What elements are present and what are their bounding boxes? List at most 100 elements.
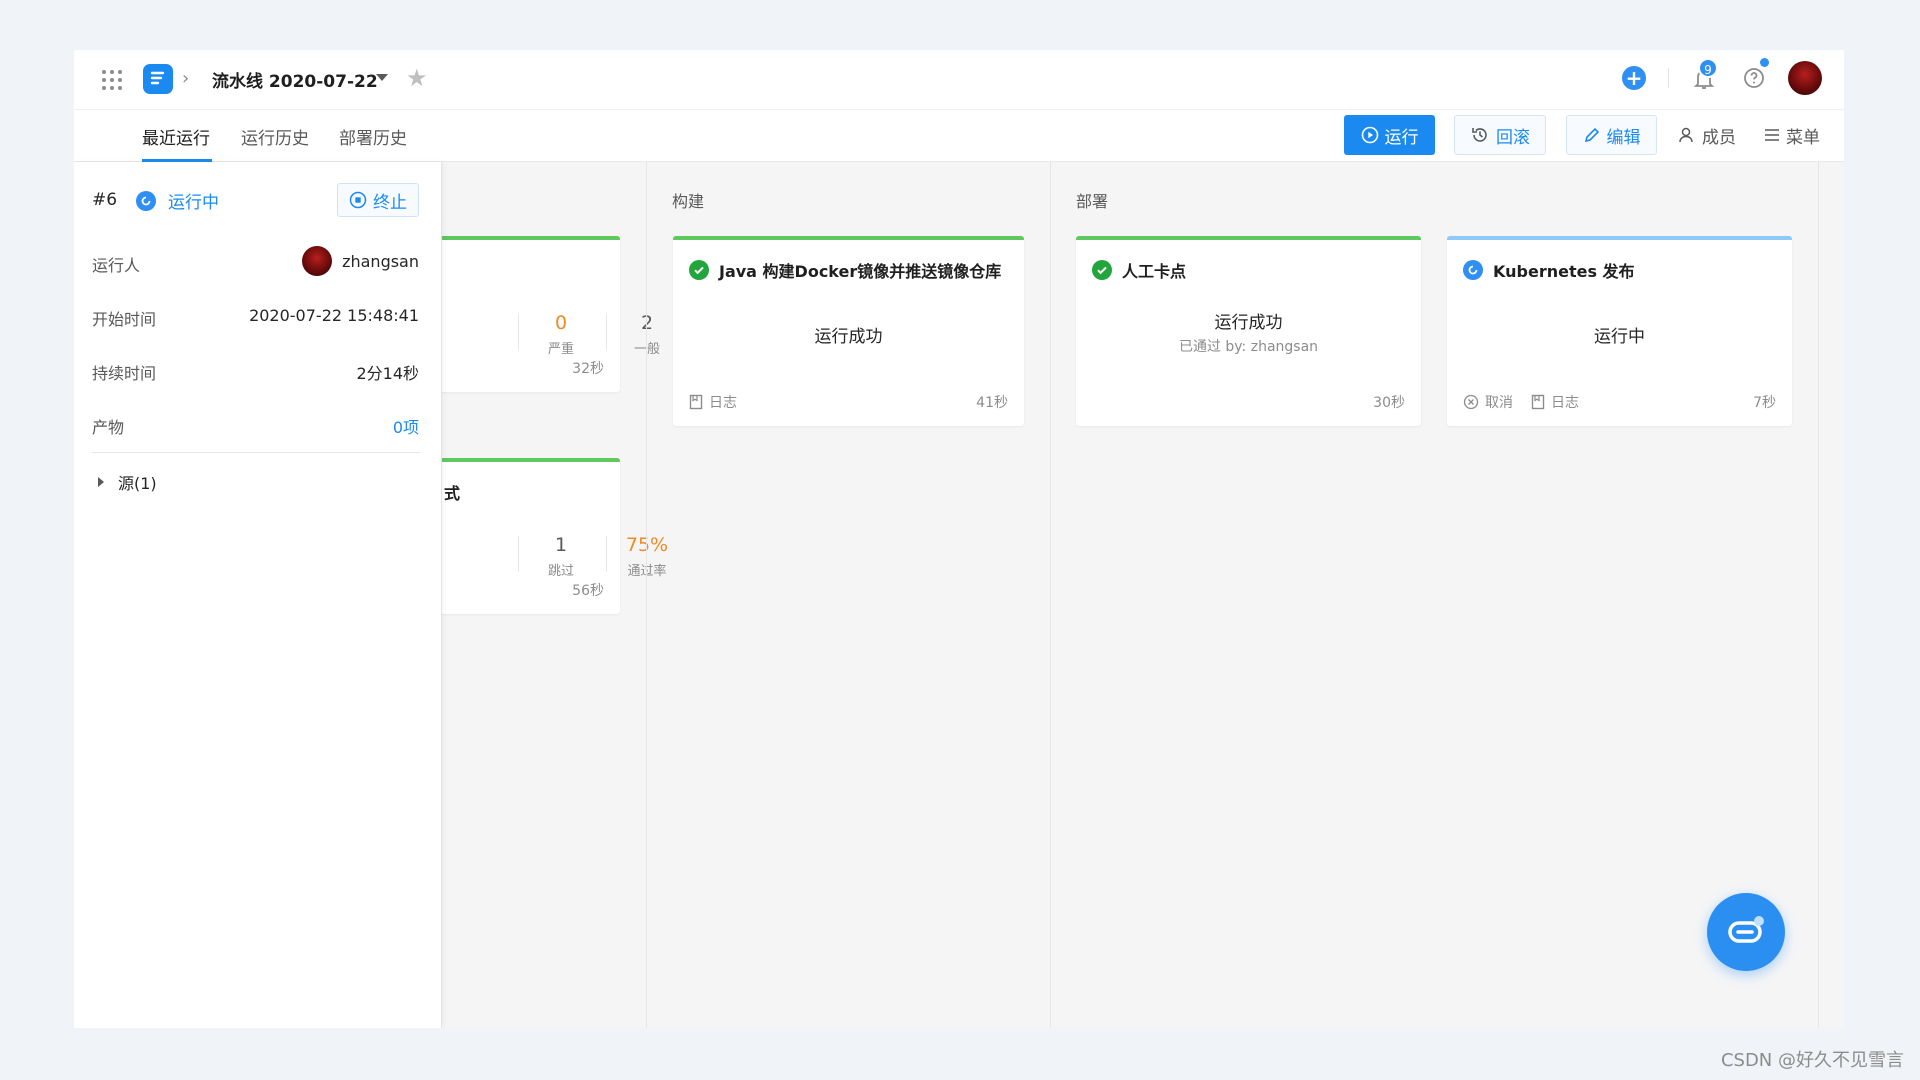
job-status: 运行成功 [1214, 313, 1283, 333]
status-bar [1076, 236, 1421, 240]
run-status-label: 运行中 [168, 193, 219, 213]
kubernetes-deploy-card[interactable]: Kubernetes 发布 运行中 取消 日志 7秒 [1447, 236, 1792, 426]
job-title: Java 构建Docker镜像并推送镜像仓库 [689, 258, 1001, 282]
field-value-duration: 2分14秒 [356, 364, 419, 383]
divider [92, 452, 420, 453]
plus-icon[interactable]: + [1622, 66, 1646, 90]
run-details-panel: #6 运行中 终止 运行人 zhangsan 开始时间 2020-07-22 1… [74, 162, 442, 1028]
tab-recent-run[interactable]: 最近运行 [142, 124, 210, 149]
job-footer: 日志 [689, 392, 755, 412]
job-title-text: 人工卡点 [1122, 262, 1187, 281]
check-icon [689, 260, 709, 280]
field-label-artifacts: 产物 [92, 418, 125, 437]
run-button-label: 运行 [1384, 127, 1419, 148]
metric-value: 0 [554, 312, 568, 334]
metric-label: 严重 [547, 342, 574, 357]
build-job-card[interactable]: Java 构建Docker镜像并推送镜像仓库 运行成功 日志 41秒 [673, 236, 1024, 426]
help-dot [1760, 58, 1769, 67]
top-header: › 流水线 2020-07-22 ★ + 9 [74, 50, 1844, 110]
log-label: 日志 [709, 395, 737, 411]
menu-button[interactable]: 菜单 [1762, 115, 1822, 155]
field-label-runner: 运行人 [92, 256, 141, 275]
metric-divider [518, 536, 519, 572]
job-footer: 取消 日志 [1463, 392, 1597, 412]
log-icon [689, 394, 703, 410]
metric-normal: 2 一般 [617, 312, 677, 357]
log-link[interactable]: 日志 [1531, 392, 1579, 412]
job-duration: 30秒 [1373, 395, 1405, 411]
approval-info: 已通过 by: zhangsan [1178, 339, 1319, 355]
edit-button-label: 编辑 [1606, 127, 1641, 148]
apps-grid-icon[interactable] [102, 70, 122, 90]
stage-divider [1818, 162, 1819, 1028]
stop-button-label: 终止 [373, 192, 407, 213]
play-icon [1361, 126, 1378, 144]
chat-button[interactable] [1707, 893, 1785, 971]
job-duration: 32秒 [572, 361, 604, 377]
running-icon [136, 190, 156, 211]
cancel-link[interactable]: 取消 [1463, 392, 1513, 412]
divider [1668, 68, 1669, 88]
log-icon [1531, 394, 1545, 410]
metric-divider [606, 314, 607, 350]
field-label-duration: 持续时间 [92, 364, 157, 383]
app-window: › 流水线 2020-07-22 ★ + 9 最近运行 运行历史 部署历史 运行… [74, 50, 1844, 1028]
metric-skipped: 1 跳过 [531, 534, 591, 579]
status-bar [673, 236, 1024, 240]
user-icon [1679, 127, 1693, 143]
menu-button-label: 菜单 [1786, 127, 1820, 148]
field-value-runner: zhangsan [302, 246, 419, 276]
field-value-start-time: 2020-07-22 15:48:41 [249, 306, 419, 325]
job-status: 运行成功 [814, 327, 883, 347]
stage-title-build: 构建 [672, 192, 705, 211]
chat-icon [1728, 916, 1764, 943]
job-duration: 56秒 [572, 583, 604, 599]
run-button[interactable]: 运行 [1344, 115, 1435, 155]
cancel-icon [1463, 394, 1479, 410]
tab-deploy-history[interactable]: 部署历史 [339, 124, 407, 149]
metric-pass-rate: 75% 通过率 [617, 534, 677, 579]
watermark: CSDN @好久不见雪言 [1720, 1050, 1904, 1071]
metric-value: 1 [554, 534, 568, 556]
metric-label: 一般 [617, 338, 677, 357]
metric-divider [518, 314, 519, 350]
members-button[interactable]: 成员 [1675, 115, 1739, 155]
log-label: 日志 [1551, 395, 1579, 411]
stop-button[interactable]: 终止 [337, 183, 419, 217]
tab-bar: 最近运行 运行历史 部署历史 运行 回滚 编辑 成员 菜单 [74, 110, 1844, 162]
rollback-button[interactable]: 回滚 [1454, 115, 1546, 155]
run-status: 运行中 [136, 188, 219, 213]
job-title: 人工卡点 [1092, 258, 1186, 282]
source-label: 源(1) [118, 474, 157, 493]
history-icon [1472, 128, 1487, 142]
log-link[interactable]: 日志 [689, 392, 737, 412]
pipeline-title[interactable]: 流水线 2020-07-22 [212, 67, 378, 92]
cancel-label: 取消 [1485, 395, 1513, 411]
run-number: #6 [92, 190, 118, 210]
job-title-fragment: 式 [444, 484, 461, 503]
stage-title-deploy: 部署 [1076, 192, 1109, 211]
edit-button[interactable]: 编辑 [1566, 115, 1657, 155]
edit-icon [1584, 127, 1599, 143]
avatar [302, 246, 333, 276]
job-status: 运行中 [1594, 327, 1645, 347]
field-label-start-time: 开始时间 [92, 310, 157, 329]
help-icon[interactable] [1742, 66, 1766, 90]
caret-down-icon[interactable] [376, 74, 388, 81]
manual-approval-card[interactable]: 人工卡点 运行成功 已通过 by: zhangsan 30秒 [1076, 236, 1421, 426]
stop-icon [349, 191, 367, 209]
avatar[interactable] [1788, 61, 1822, 95]
metric-label: 跳过 [547, 564, 574, 579]
job-duration: 7秒 [1753, 395, 1776, 411]
logo-icon[interactable] [143, 64, 173, 94]
job-title-text: Java 构建Docker镜像并推送镜像仓库 [719, 262, 1002, 281]
metric-critical: 0 严重 [531, 312, 591, 357]
field-value-artifacts[interactable]: 0项 [393, 414, 419, 438]
members-button-label: 成员 [1702, 127, 1736, 148]
running-icon [1463, 260, 1483, 280]
metric-divider [606, 536, 607, 572]
source-toggle[interactable]: 源(1) [98, 470, 157, 494]
stage-divider [1050, 162, 1051, 1028]
star-icon[interactable]: ★ [406, 64, 428, 92]
tab-run-history[interactable]: 运行历史 [241, 124, 309, 149]
